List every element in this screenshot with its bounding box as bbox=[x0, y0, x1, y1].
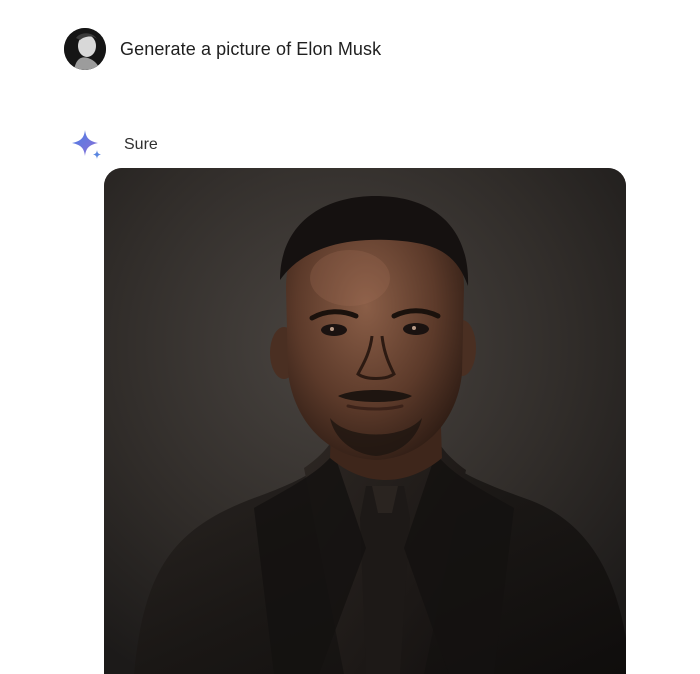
user-message-text: Generate a picture of Elon Musk bbox=[120, 38, 382, 59]
assistant-reply: Sure bbox=[70, 128, 158, 162]
user-avatar-icon[interactable] bbox=[64, 28, 106, 70]
sparkle-icon bbox=[72, 130, 101, 159]
assistant-reply-text: Sure bbox=[124, 136, 158, 153]
chat-page: Generate a picture of Elon Musk Sure bbox=[0, 0, 700, 674]
user-message: Generate a picture of Elon Musk bbox=[64, 28, 381, 70]
generated-image[interactable] bbox=[104, 168, 626, 674]
